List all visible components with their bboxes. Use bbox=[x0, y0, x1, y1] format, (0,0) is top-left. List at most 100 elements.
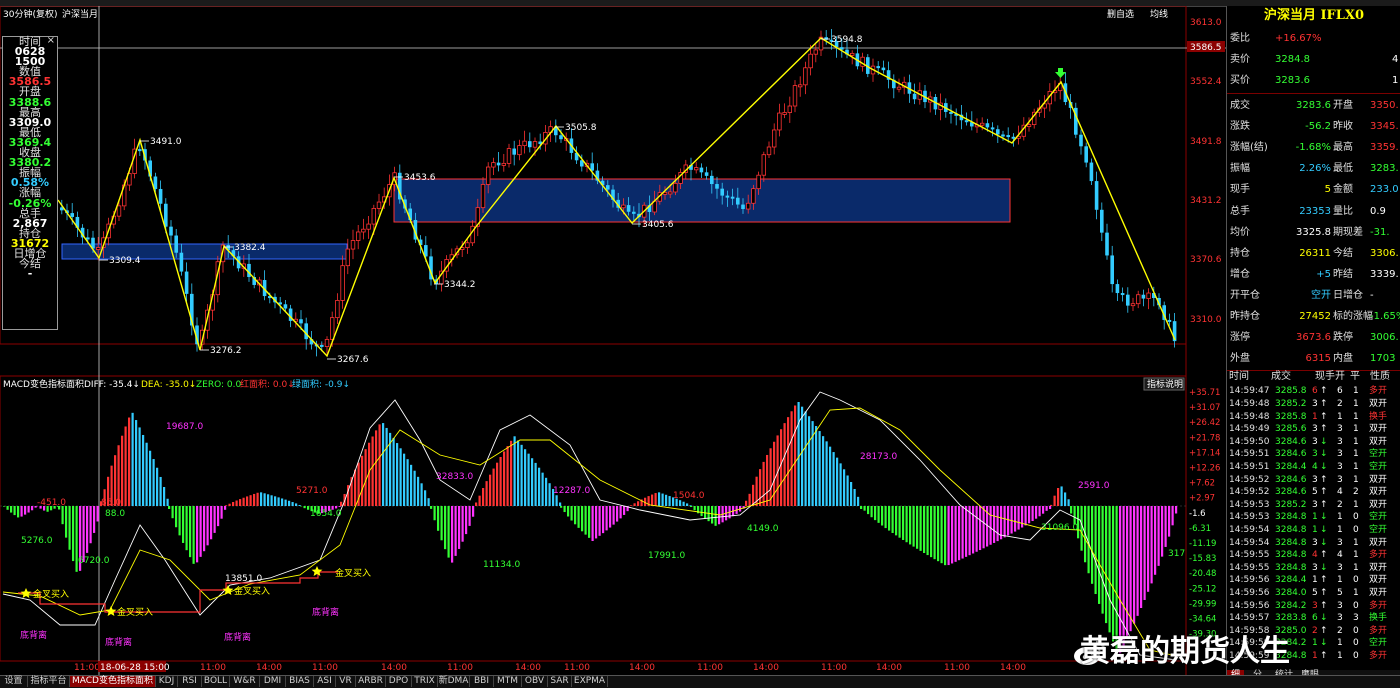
indicator-tab[interactable]: DPO bbox=[386, 676, 412, 687]
tick-arrow: ↑ bbox=[1320, 625, 1328, 638]
quote-grid-row: 外盘6315内盘1703 bbox=[1227, 348, 1400, 369]
macd-bar bbox=[132, 413, 134, 506]
indicator-tab[interactable]: KDJ bbox=[156, 676, 178, 687]
macd-bar bbox=[475, 503, 477, 507]
candle-body bbox=[320, 345, 324, 347]
tick-nature: 换手 bbox=[1369, 411, 1387, 424]
candle-body bbox=[991, 127, 995, 129]
indicator-tab[interactable]: RSI bbox=[178, 676, 202, 687]
zigzag-label: 3344.2 bbox=[444, 280, 476, 290]
delete-watchlist-button[interactable]: 删自选 bbox=[1107, 8, 1134, 20]
tick-open: 3 bbox=[1337, 600, 1343, 613]
indicator-tab[interactable]: SAR bbox=[548, 676, 572, 687]
quote-grid-row: 涨幅(结)-1.68%最高3359. bbox=[1227, 137, 1400, 158]
ticks-header-cell: 成交 bbox=[1271, 371, 1291, 384]
macd-bar bbox=[955, 506, 957, 562]
indicator-tab[interactable]: MTM bbox=[494, 676, 522, 687]
quote-label: 卖价 bbox=[1230, 49, 1250, 70]
candle-body bbox=[138, 149, 142, 151]
quote-label: 最高 bbox=[1333, 137, 1353, 158]
quote-label: 开盘 bbox=[1333, 95, 1353, 116]
macd-bar bbox=[930, 506, 932, 557]
indicator-tab[interactable]: 设置 bbox=[0, 676, 28, 687]
tick-open: 6 bbox=[1337, 385, 1343, 398]
indicator-tab[interactable]: DMI bbox=[260, 676, 286, 687]
macd-axis-tick: -34.64 bbox=[1189, 615, 1216, 625]
macd-bar bbox=[559, 503, 561, 507]
indicator-tab[interactable]: ARBR bbox=[356, 676, 386, 687]
macd-bar bbox=[766, 455, 768, 506]
indicator-tab[interactable]: TRIX bbox=[412, 676, 438, 687]
macd-bar bbox=[715, 506, 717, 526]
main-chart[interactable]: 30分钟(复权) 沪深当月 删自选 均线 3491.03309.43276.23… bbox=[0, 6, 1400, 687]
macd-name: MACD变色指标面积 bbox=[3, 378, 84, 390]
zigzag-label: 3453.6 bbox=[404, 173, 436, 183]
candle-body bbox=[523, 141, 527, 145]
time-tick: 14:00 bbox=[381, 663, 407, 673]
macd-bar bbox=[805, 411, 807, 506]
candle-body bbox=[700, 168, 704, 173]
macd-bar bbox=[944, 506, 946, 565]
tick-row: 14:59:483285.81↑11换手 bbox=[1227, 411, 1400, 424]
candle-body bbox=[1105, 233, 1109, 256]
area-label: 12287.0 bbox=[553, 486, 590, 496]
indicator-tab[interactable]: MACD变色指标面积 bbox=[70, 676, 156, 687]
close-icon[interactable]: × bbox=[47, 36, 55, 46]
macd-bar bbox=[983, 506, 985, 548]
tick-volume: 4 bbox=[1312, 461, 1318, 474]
indicator-tab[interactable]: 新DMA bbox=[438, 676, 470, 687]
macd-bar bbox=[749, 494, 751, 506]
candle-body bbox=[627, 205, 631, 212]
candle-body bbox=[466, 243, 470, 248]
time-tick: 11:00 bbox=[447, 663, 473, 673]
candle-body bbox=[159, 189, 163, 204]
zigzag-label: 3594.8 bbox=[831, 35, 863, 45]
macd-bar bbox=[711, 506, 713, 524]
ticks-header-cell: 开 bbox=[1335, 371, 1345, 384]
macd-bar bbox=[1028, 506, 1030, 523]
indicator-tab[interactable]: EXPMA bbox=[572, 676, 608, 687]
candle-body bbox=[512, 149, 516, 155]
macd-bar bbox=[163, 487, 165, 506]
macd-bar bbox=[354, 470, 356, 506]
candle-body bbox=[798, 85, 802, 87]
quote-row: 买价3283.61 bbox=[1227, 70, 1400, 91]
indicator-tab[interactable]: BIAS bbox=[286, 676, 314, 687]
tick-row: 14:59:533284.81↓10空开 bbox=[1227, 511, 1400, 524]
macd-bar bbox=[386, 428, 388, 506]
macd-bar bbox=[669, 496, 671, 506]
tick-price: 3284.8 bbox=[1275, 511, 1307, 524]
tick-open: 3 bbox=[1337, 461, 1343, 474]
tick-close: 0 bbox=[1353, 524, 1359, 537]
macd-bar bbox=[31, 506, 33, 510]
macd-bar bbox=[193, 506, 195, 564]
ma-toggle-button[interactable]: 均线 bbox=[1150, 8, 1168, 20]
quote-value: 3284.8 bbox=[1275, 49, 1310, 70]
macd-bar bbox=[694, 506, 696, 510]
candle-body bbox=[185, 272, 189, 294]
macd-bar bbox=[892, 506, 894, 533]
candle-body bbox=[341, 266, 345, 301]
indicator-tab[interactable]: OBV bbox=[522, 676, 548, 687]
indicator-tab[interactable]: W&R bbox=[230, 676, 260, 687]
tick-close: 1 bbox=[1353, 436, 1359, 449]
indicator-tab[interactable]: BOLL bbox=[202, 676, 230, 687]
indicator-help-button[interactable]: 指标说明 bbox=[1147, 378, 1183, 390]
tick-arrow: ↓ bbox=[1320, 524, 1328, 537]
macd-bar bbox=[379, 424, 381, 506]
quote-value: +16.67% bbox=[1275, 28, 1322, 49]
zigzag-label: 3382.4 bbox=[234, 243, 266, 253]
indicator-tab[interactable]: 指标平台 bbox=[28, 676, 70, 687]
macd-bar bbox=[538, 468, 540, 506]
indicator-tab[interactable]: ASI bbox=[314, 676, 336, 687]
macd-bar bbox=[479, 496, 481, 506]
time-tick: 14:00 bbox=[515, 663, 541, 673]
tick-volume: 3 bbox=[1312, 600, 1318, 613]
macd-bar bbox=[549, 483, 551, 506]
indicator-tab[interactable]: BBI bbox=[470, 676, 494, 687]
macd-bar bbox=[288, 501, 290, 506]
quote-value: -1.68% bbox=[1285, 137, 1331, 158]
tick-arrow: ↓ bbox=[1320, 612, 1328, 625]
macd-bar bbox=[857, 497, 859, 506]
indicator-tab[interactable]: VR bbox=[336, 676, 356, 687]
